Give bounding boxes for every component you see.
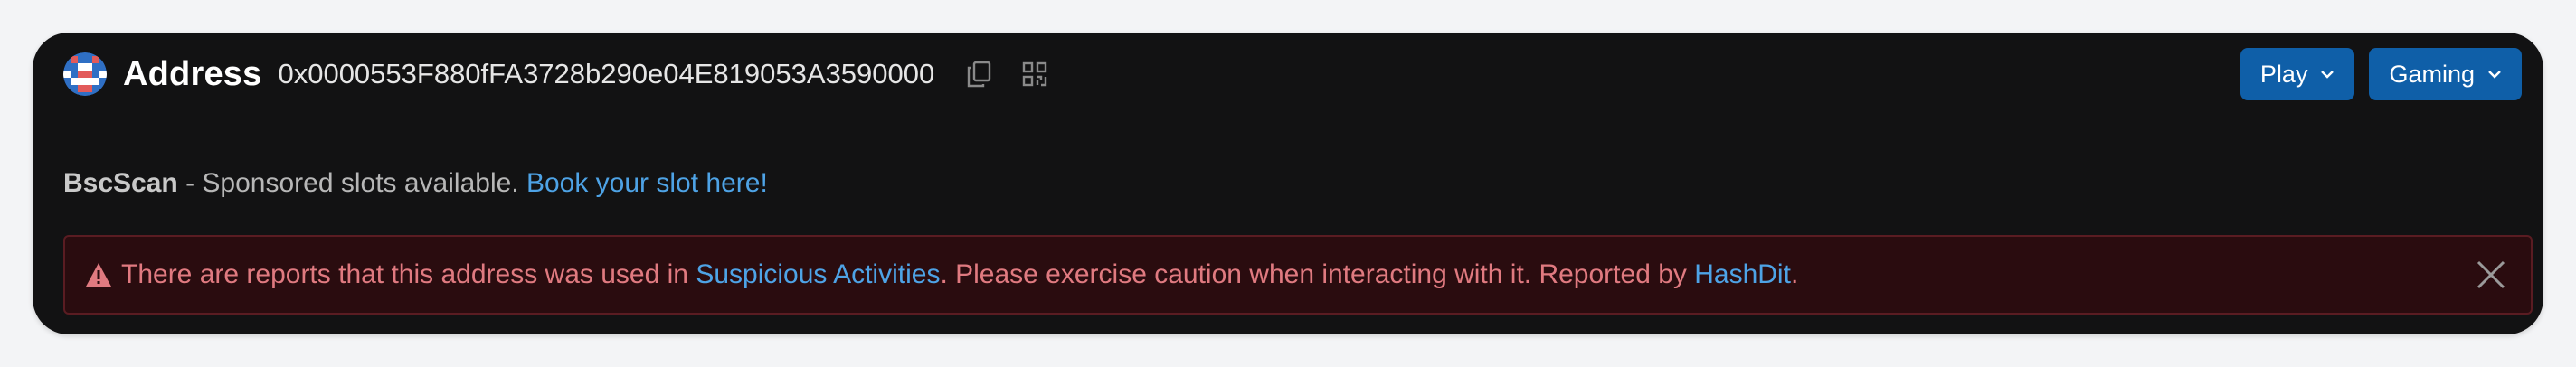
warning-icon — [86, 263, 111, 287]
alert-text: There are reports that this address was … — [121, 259, 1799, 289]
sponsor-line: BscScan - Sponsored slots available. Boo… — [63, 168, 768, 199]
copy-icon — [968, 61, 991, 88]
chevron-down-icon — [2488, 71, 2501, 79]
chevron-down-icon — [2321, 71, 2334, 79]
address-avatar-icon — [63, 52, 107, 96]
address-panel: Address 0x0000553F880fFA3728b290e04E8190… — [33, 33, 2543, 334]
sponsor-brand: BscScan — [63, 168, 178, 198]
address-hash: 0x0000553F880fFA3728b290e04E819053A35900… — [278, 58, 935, 89]
sponsor-text: - Sponsored slots available. — [177, 168, 526, 198]
page-title: Address — [123, 54, 262, 93]
copy-address-button[interactable] — [965, 61, 992, 88]
suspicious-activities-link[interactable]: Suspicious Activities — [696, 259, 940, 289]
book-slot-link[interactable]: Book your slot here! — [526, 168, 768, 198]
hashdit-link[interactable]: HashDit — [1694, 259, 1791, 289]
play-button-label: Play — [2259, 60, 2308, 88]
address-header: Address 0x0000553F880fFA3728b290e04E8190… — [63, 47, 2522, 101]
qr-code-icon — [1023, 61, 1047, 87]
gaming-button-label: Gaming — [2389, 60, 2475, 88]
gaming-dropdown-button[interactable]: Gaming — [2369, 48, 2522, 100]
close-icon[interactable] — [2473, 257, 2509, 293]
play-dropdown-button[interactable]: Play — [2240, 48, 2355, 100]
warning-alert: There are reports that this address was … — [63, 235, 2533, 315]
qr-code-button[interactable] — [1021, 61, 1048, 88]
